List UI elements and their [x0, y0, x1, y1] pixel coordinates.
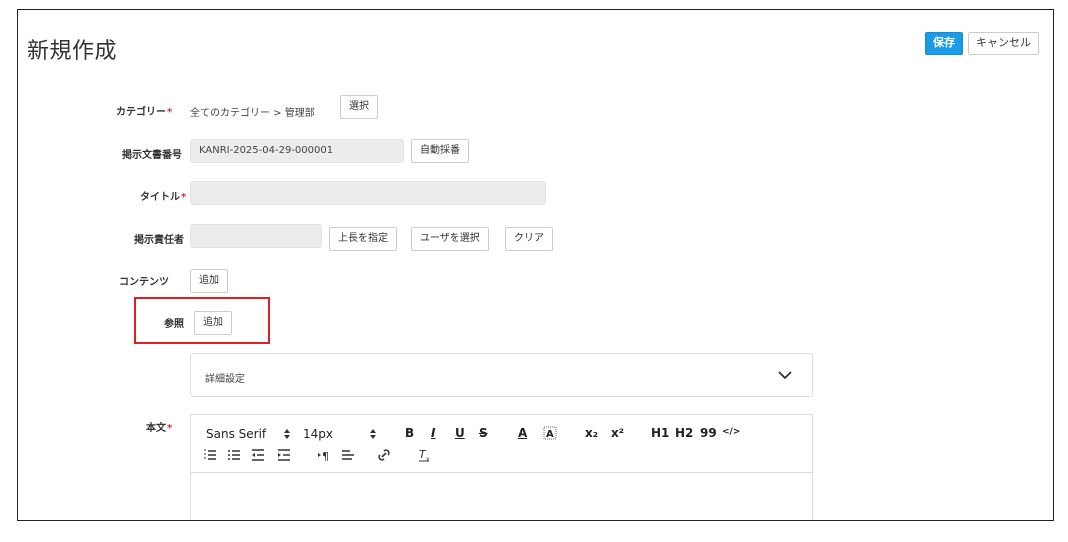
bold-button[interactable]: B: [405, 426, 414, 440]
background-color-icon[interactable]: A: [543, 426, 557, 440]
required-mark: *: [167, 423, 173, 434]
indent-icon[interactable]: [277, 448, 291, 462]
specify-boss-button[interactable]: 上長を指定: [329, 227, 397, 251]
auto-number-button[interactable]: 自動採番: [411, 139, 469, 163]
clear-button[interactable]: クリア: [505, 227, 553, 251]
contents-label: コンテンツ: [119, 277, 169, 288]
svg-text:x: x: [426, 456, 430, 462]
svg-text:A: A: [546, 429, 554, 440]
clear-format-icon[interactable]: Tx: [417, 448, 431, 462]
subscript-button[interactable]: x₂: [585, 426, 598, 440]
save-button[interactable]: 保存: [925, 32, 963, 55]
font-family-arrows-icon[interactable]: [283, 428, 291, 440]
page-title: 新規作成: [27, 39, 118, 64]
responsible-label: 掲示責任者: [134, 235, 184, 246]
required-mark: *: [167, 107, 173, 118]
category-label-text: カテゴリー: [116, 107, 166, 118]
italic-button[interactable]: I: [431, 426, 435, 440]
rich-text-editor: Sans Serif 14px B I U S A A x₂ x² H1 H2 …: [190, 414, 813, 520]
outdent-icon[interactable]: [251, 448, 265, 462]
text-color-button[interactable]: A: [518, 426, 527, 440]
cancel-button[interactable]: キャンセル: [968, 32, 1039, 55]
heading1-button[interactable]: H1: [651, 426, 669, 440]
detail-settings-panel[interactable]: 詳細設定: [190, 353, 813, 397]
superscript-button[interactable]: x²: [611, 426, 624, 440]
category-label: カテゴリー*: [116, 103, 172, 118]
code-block-button[interactable]: </>: [722, 427, 740, 437]
underline-button[interactable]: U: [455, 426, 465, 440]
responsible-field[interactable]: [190, 224, 322, 248]
doc-number-label: 掲示文書番号: [122, 150, 182, 161]
blockquote-button[interactable]: 99: [700, 426, 717, 440]
category-path: 全てのカテゴリー > 管理部: [190, 108, 315, 119]
heading2-button[interactable]: H2: [675, 426, 693, 440]
doc-number-field[interactable]: KANRI-2025-04-29-000001: [190, 139, 404, 163]
bullet-list-icon[interactable]: [227, 448, 241, 462]
strike-button[interactable]: S: [479, 426, 488, 440]
title-label-text: タイトル: [140, 192, 180, 203]
font-size-arrows-icon[interactable]: [369, 428, 377, 440]
reference-add-button[interactable]: 追加: [194, 311, 232, 335]
body-label-text: 本文: [146, 423, 166, 434]
font-family-select[interactable]: Sans Serif: [206, 427, 266, 441]
link-icon[interactable]: [377, 448, 391, 462]
body-label: 本文*: [146, 419, 172, 434]
title-label: タイトル*: [140, 188, 186, 203]
chevron-down-icon[interactable]: [777, 367, 793, 383]
text-direction-icon[interactable]: ¶: [317, 448, 331, 462]
reference-label: 参照: [164, 319, 184, 330]
category-select-button[interactable]: 選択: [340, 95, 378, 119]
ordered-list-icon[interactable]: [203, 448, 217, 462]
detail-settings-label: 詳細設定: [205, 374, 245, 385]
select-user-button[interactable]: ユーザを選択: [411, 227, 489, 251]
font-size-select[interactable]: 14px: [303, 427, 333, 441]
required-mark: *: [181, 192, 187, 203]
svg-text:¶: ¶: [322, 450, 329, 462]
align-icon[interactable]: [341, 448, 355, 462]
editor-toolbar: Sans Serif 14px B I U S A A x₂ x² H1 H2 …: [191, 415, 812, 473]
title-input[interactable]: [190, 181, 546, 205]
main-panel: 新規作成 保存 キャンセル カテゴリー* 全てのカテゴリー > 管理部 選択 掲…: [17, 9, 1054, 521]
contents-add-button[interactable]: 追加: [190, 269, 228, 293]
